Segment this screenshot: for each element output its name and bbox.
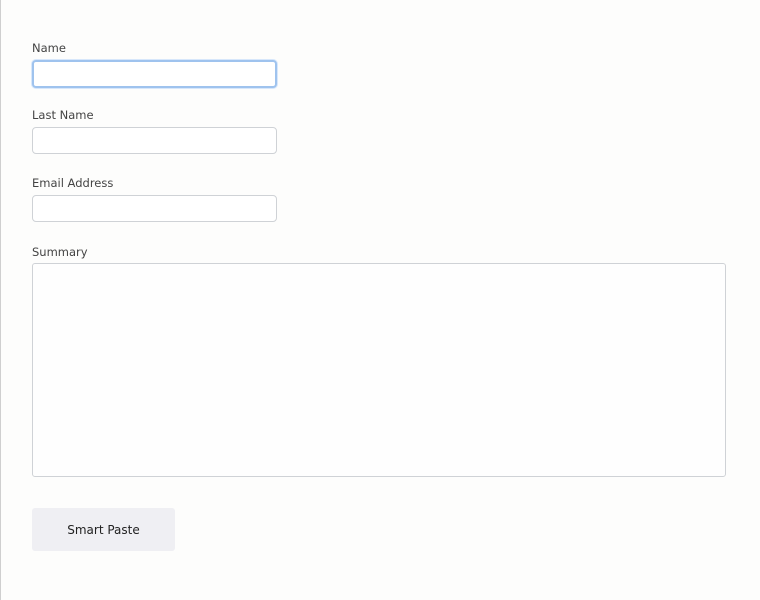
form-page: Name Last Name Email Address Summary Sma… — [0, 0, 759, 600]
summary-textarea[interactable] — [32, 263, 726, 477]
summary-label: Summary — [32, 245, 88, 259]
smart-paste-button[interactable]: Smart Paste — [32, 508, 175, 551]
last-name-label: Last Name — [32, 108, 94, 122]
name-label: Name — [32, 41, 66, 55]
last-name-input[interactable] — [32, 127, 277, 154]
email-address-input[interactable] — [32, 195, 277, 222]
email-address-label: Email Address — [32, 176, 114, 190]
name-input[interactable] — [32, 60, 277, 88]
